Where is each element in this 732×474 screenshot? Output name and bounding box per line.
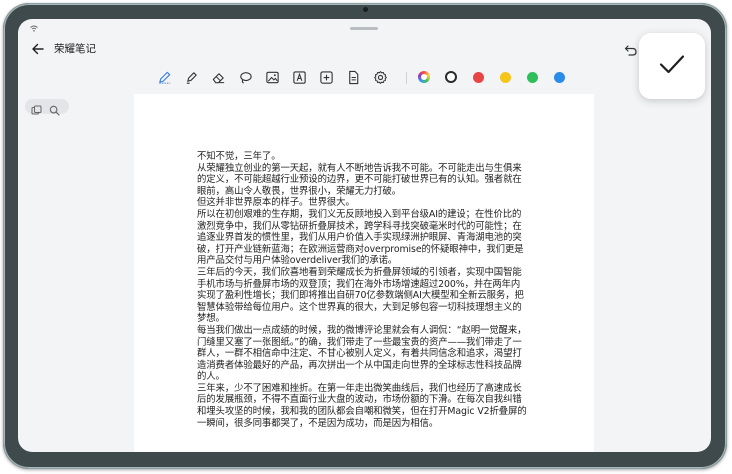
note-page[interactable]: 不知不觉，三年了。 从荣耀独立创业的第一天起，就有人不断地告诉我不可能。不可能走… [134,94,594,452]
color-swatch-black-selected[interactable] [445,71,457,83]
document-icon[interactable] [345,69,362,86]
color-swatch-red[interactable] [473,71,484,83]
drag-handle[interactable] [350,27,378,30]
checkmark-icon [657,49,687,83]
paragraph: 但这并非世界原本的样子。世界很大。 [197,197,355,209]
eraser-icon[interactable] [210,69,227,86]
color-swatch-yellow[interactable] [500,71,511,83]
paragraph: 三年来，少不了困难和挫折。在第一年走出微笑曲线后，我们也经历了高速成长后的发展瓶… [197,382,527,429]
text-box-icon[interactable] [291,69,308,86]
paragraph: 从荣耀独立创业的第一天起，就有人不断地告诉我不可能。不可能走出与生俱来的定义，不… [197,162,522,197]
highlighter-icon[interactable] [183,69,200,86]
confirm-button[interactable] [639,33,705,99]
app-title: 荣耀笔记 [54,43,96,55]
paragraph: 所以在初创艰难的生存期，我们义无反顾地投入到平台级AI的建设；在性价比的激烈竞争… [197,208,524,267]
toolbar-divider [406,72,407,84]
tablet-screen: 荣耀笔记 不知不觉，三年了。 从荣耀独立创业的第一天起，就有人不断地告诉我不可能… [18,19,711,452]
pen-icon[interactable] [156,69,173,86]
color-wheel-picker[interactable] [418,71,430,83]
arrow-left-icon[interactable] [30,41,46,57]
paragraph: 三年后的今天，我们欣喜地看到荣耀成长为折叠屏领域的引领者，实现中国智能手机市场与… [197,266,524,325]
page-thumbnail-icon[interactable] [31,101,42,115]
paragraph: 每当我们做出一点成绩的时候，我的微博评论里就会有人调侃：“赵明一觉醒来，门缝里又… [197,324,527,383]
wifi-icon [30,25,38,34]
color-swatch-green[interactable] [527,71,538,83]
lasso-icon[interactable] [237,69,254,86]
undo-icon[interactable] [624,42,638,56]
drawing-toolbar [18,67,711,89]
top-bar: 荣耀笔记 [18,37,711,63]
paragraph: 不知不觉，三年了。 [197,151,281,162]
color-swatch-blue[interactable] [554,71,565,83]
search-icon[interactable] [49,101,60,116]
note-text: 不知不觉，三年了。 从荣耀独立创业的第一天起，就有人不断地告诉我不可能。不可能走… [197,151,527,429]
settings-icon[interactable] [372,69,389,86]
add-icon[interactable] [318,69,335,86]
front-camera [363,7,368,12]
page-tools-pill [25,99,69,116]
image-icon[interactable] [264,69,281,86]
